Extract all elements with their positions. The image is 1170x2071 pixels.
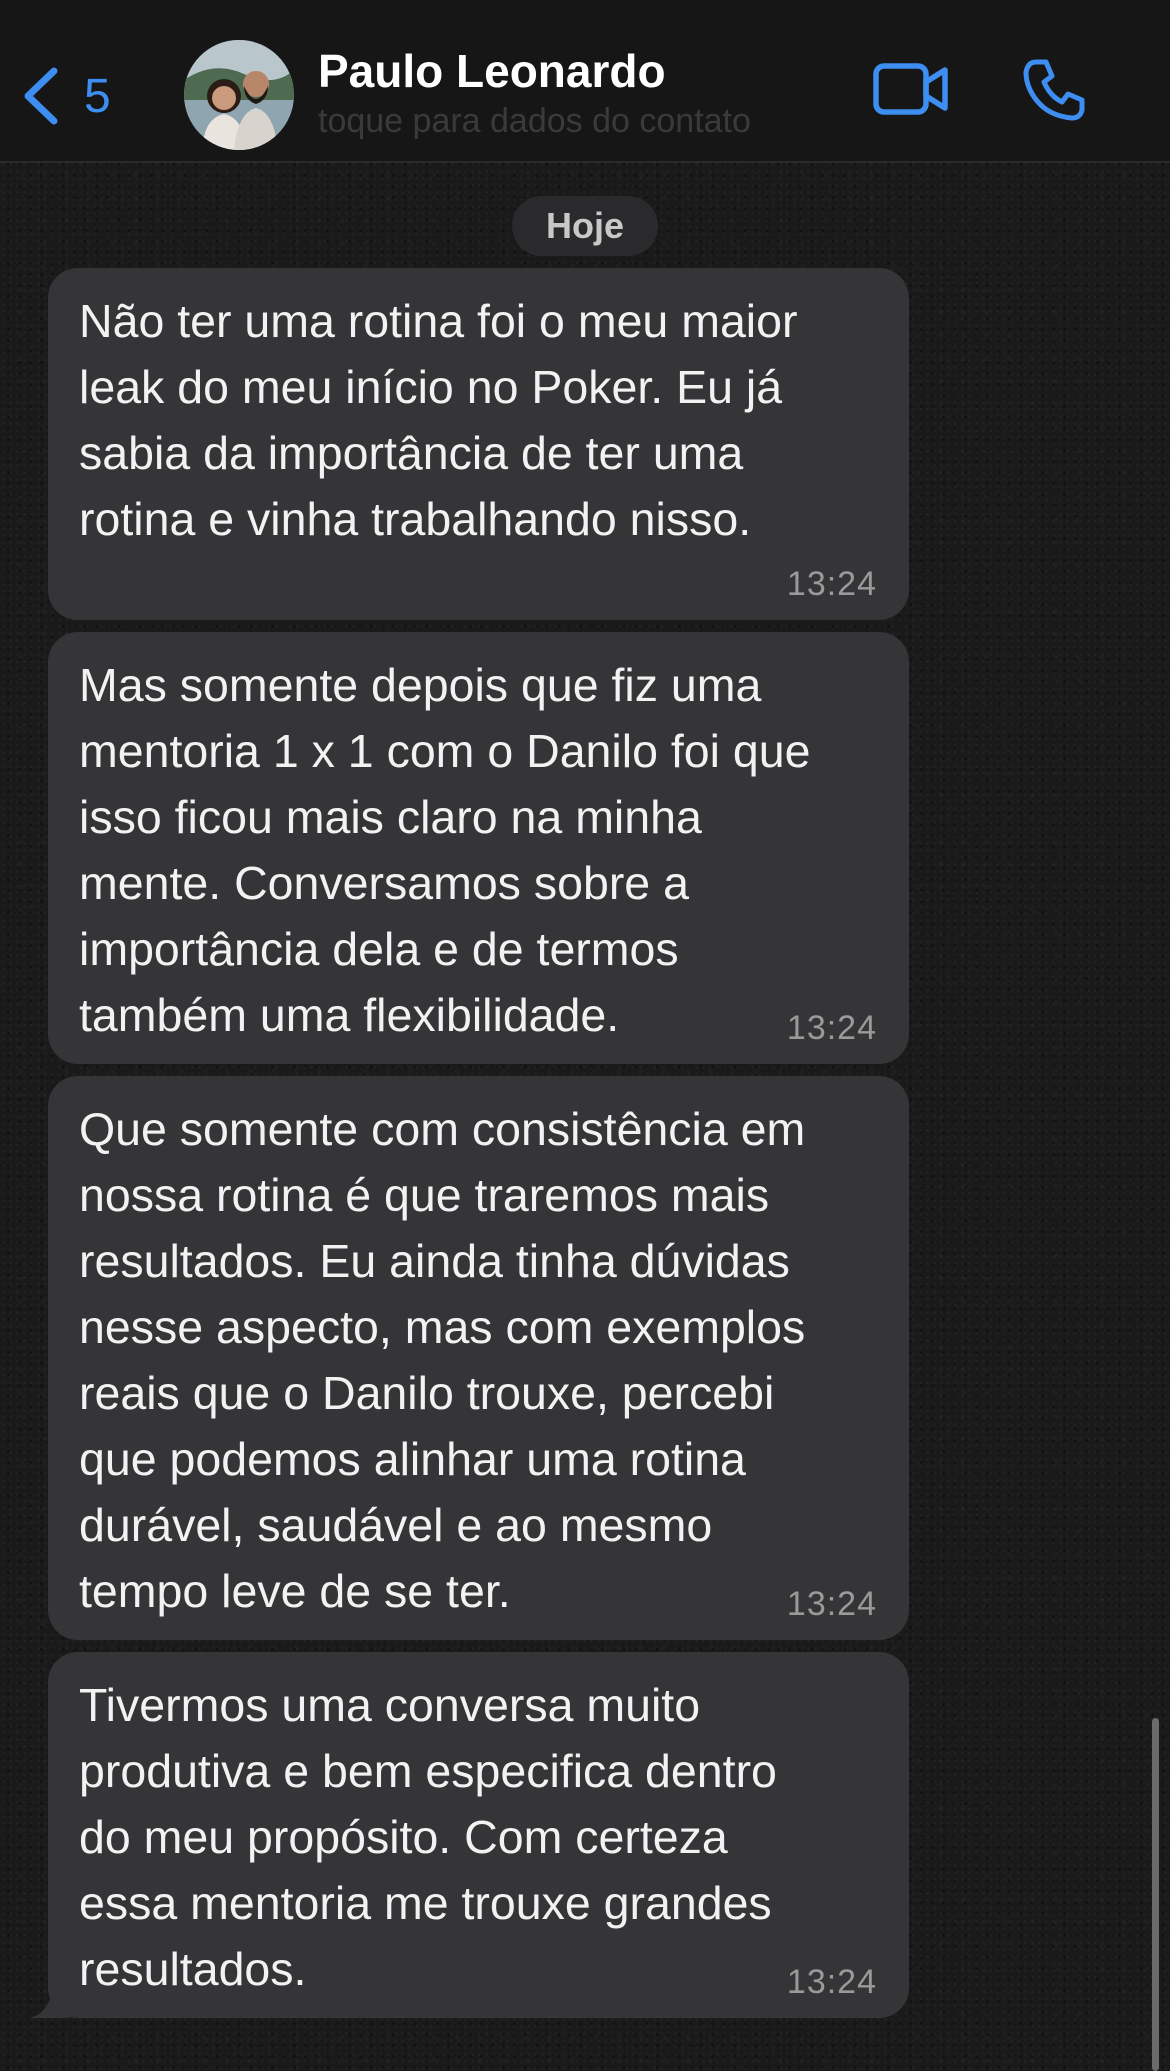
message-bubble[interactable]: Mas somente depois que fiz uma mentoria …	[48, 632, 909, 1064]
bubble-tail	[30, 1978, 70, 2018]
message-bubble[interactable]: Que somente com consistência em nossa ro…	[48, 1076, 909, 1640]
message-time: 13:24	[786, 1963, 877, 2001]
message-bubble[interactable]: Tivermos uma conversa muito produtiva e …	[30, 1652, 909, 2018]
message-text: Tivermos uma conversa muito produtiva e …	[79, 1679, 777, 1995]
message-time: 13:24	[786, 565, 877, 603]
message-time: 13:24	[786, 1009, 877, 1047]
contact-name[interactable]: Paulo Leonardo	[318, 44, 666, 98]
chat-header: 5 Paulo Leonardo toque para dados do con…	[0, 0, 1170, 163]
message-text: Que somente com consistência em nossa ro…	[79, 1103, 806, 1617]
back-button[interactable]: 5	[22, 58, 111, 134]
unread-count: 5	[84, 69, 111, 123]
avatar[interactable]	[184, 40, 294, 150]
scrollbar[interactable]	[1152, 1718, 1159, 2071]
chevron-left-icon	[24, 67, 58, 125]
video-camera-icon	[873, 63, 948, 115]
message-text: Não ter uma rotina foi o meu maior leak …	[79, 295, 798, 545]
contact-subtitle[interactable]: toque para dados do contato	[318, 102, 818, 141]
message-text: Mas somente depois que fiz uma mentoria …	[79, 659, 811, 1041]
date-separator: Hoje	[512, 196, 658, 256]
phone-icon	[1023, 59, 1085, 121]
message-time: 13:24	[786, 1585, 877, 1623]
voice-call-button[interactable]	[1022, 58, 1086, 127]
message-bubble[interactable]: Não ter uma rotina foi o meu maior leak …	[48, 268, 909, 620]
video-call-button[interactable]	[872, 60, 950, 125]
